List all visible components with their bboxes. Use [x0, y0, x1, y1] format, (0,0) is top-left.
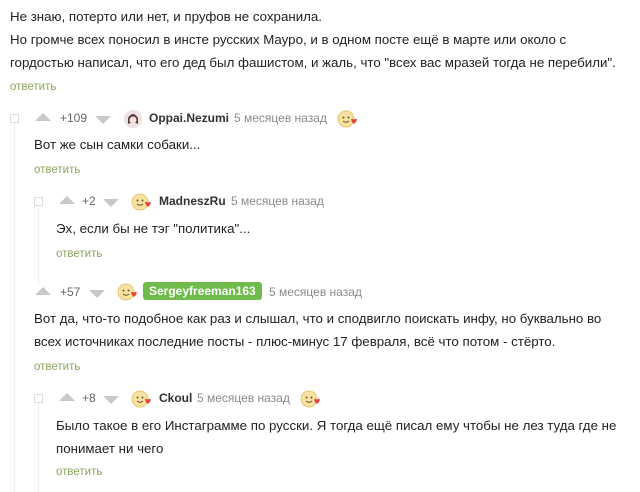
- collapse-square-icon[interactable]: [34, 394, 43, 403]
- username[interactable]: MadneszRu: [159, 194, 226, 208]
- comment-text-line: понимает ни чего: [56, 441, 164, 456]
- triangle-up-icon[interactable]: [59, 196, 75, 204]
- reply-link[interactable]: ответить: [34, 164, 80, 176]
- reply-link[interactable]: ответить: [56, 248, 102, 260]
- comment-date[interactable]: 5 месяцев назад: [234, 111, 327, 125]
- comment-text-line: всех источниках последние посты - плюс-м…: [34, 334, 556, 349]
- thread-line[interactable]: [38, 398, 39, 492]
- smiley-heart-icon[interactable]: [337, 109, 359, 134]
- collapse-square-icon[interactable]: [10, 114, 19, 123]
- reply-link[interactable]: ответить: [10, 81, 56, 93]
- comment-text-line: Не знаю, потерто или нет, и пруфов не со…: [10, 9, 322, 24]
- smiley-heart-icon[interactable]: [131, 192, 153, 217]
- comment-rating: +109: [60, 111, 88, 125]
- smiley-heart-icon[interactable]: [117, 282, 139, 307]
- triangle-up-icon[interactable]: [35, 287, 51, 295]
- smiley-heart-icon[interactable]: [300, 389, 322, 414]
- comment-date[interactable]: 5 месяцев назад: [197, 391, 290, 405]
- comment-text-line: Вот да, что-то подобное как раз и слышал…: [34, 311, 602, 326]
- triangle-up-icon[interactable]: [35, 113, 51, 121]
- triangle-down-icon[interactable]: [89, 290, 105, 298]
- collapse-square-icon[interactable]: [34, 197, 43, 206]
- username[interactable]: Oppai.Nezumi: [149, 111, 229, 125]
- triangle-up-icon[interactable]: [59, 393, 75, 401]
- triangle-down-icon[interactable]: [95, 116, 111, 124]
- smiley-heart-icon[interactable]: [131, 389, 153, 414]
- avatar-image: [124, 110, 142, 128]
- comment-text-line: Но громче всех поносил в инсте русских М…: [10, 32, 567, 47]
- comment-rating: +8: [82, 391, 96, 405]
- author-username-badge[interactable]: Sergeyfreeman163: [143, 282, 262, 300]
- avatar[interactable]: [124, 110, 142, 128]
- thread-line[interactable]: [14, 118, 15, 492]
- thread-line[interactable]: [38, 200, 39, 284]
- comment-text-line: Было такое в его Инстаграмме по русски. …: [56, 418, 617, 433]
- reply-link[interactable]: ответить: [34, 361, 80, 373]
- comment-date[interactable]: 5 месяцев назад: [231, 194, 324, 208]
- triangle-down-icon[interactable]: [103, 199, 119, 207]
- comment-text-line: гордостью написал, что его дед был фашис…: [10, 55, 616, 70]
- comment-rating: +57: [60, 285, 81, 299]
- comment-text-line: Эх, если бы не тэг "политика"...: [56, 221, 251, 236]
- comment-rating: +2: [82, 194, 96, 208]
- comment-text-line: Вот же сын самки собаки...: [34, 137, 201, 152]
- username[interactable]: Ckoul: [159, 391, 192, 405]
- reply-link[interactable]: ответить: [56, 466, 102, 478]
- comment-date[interactable]: 5 месяцев назад: [269, 285, 362, 299]
- triangle-down-icon[interactable]: [103, 396, 119, 404]
